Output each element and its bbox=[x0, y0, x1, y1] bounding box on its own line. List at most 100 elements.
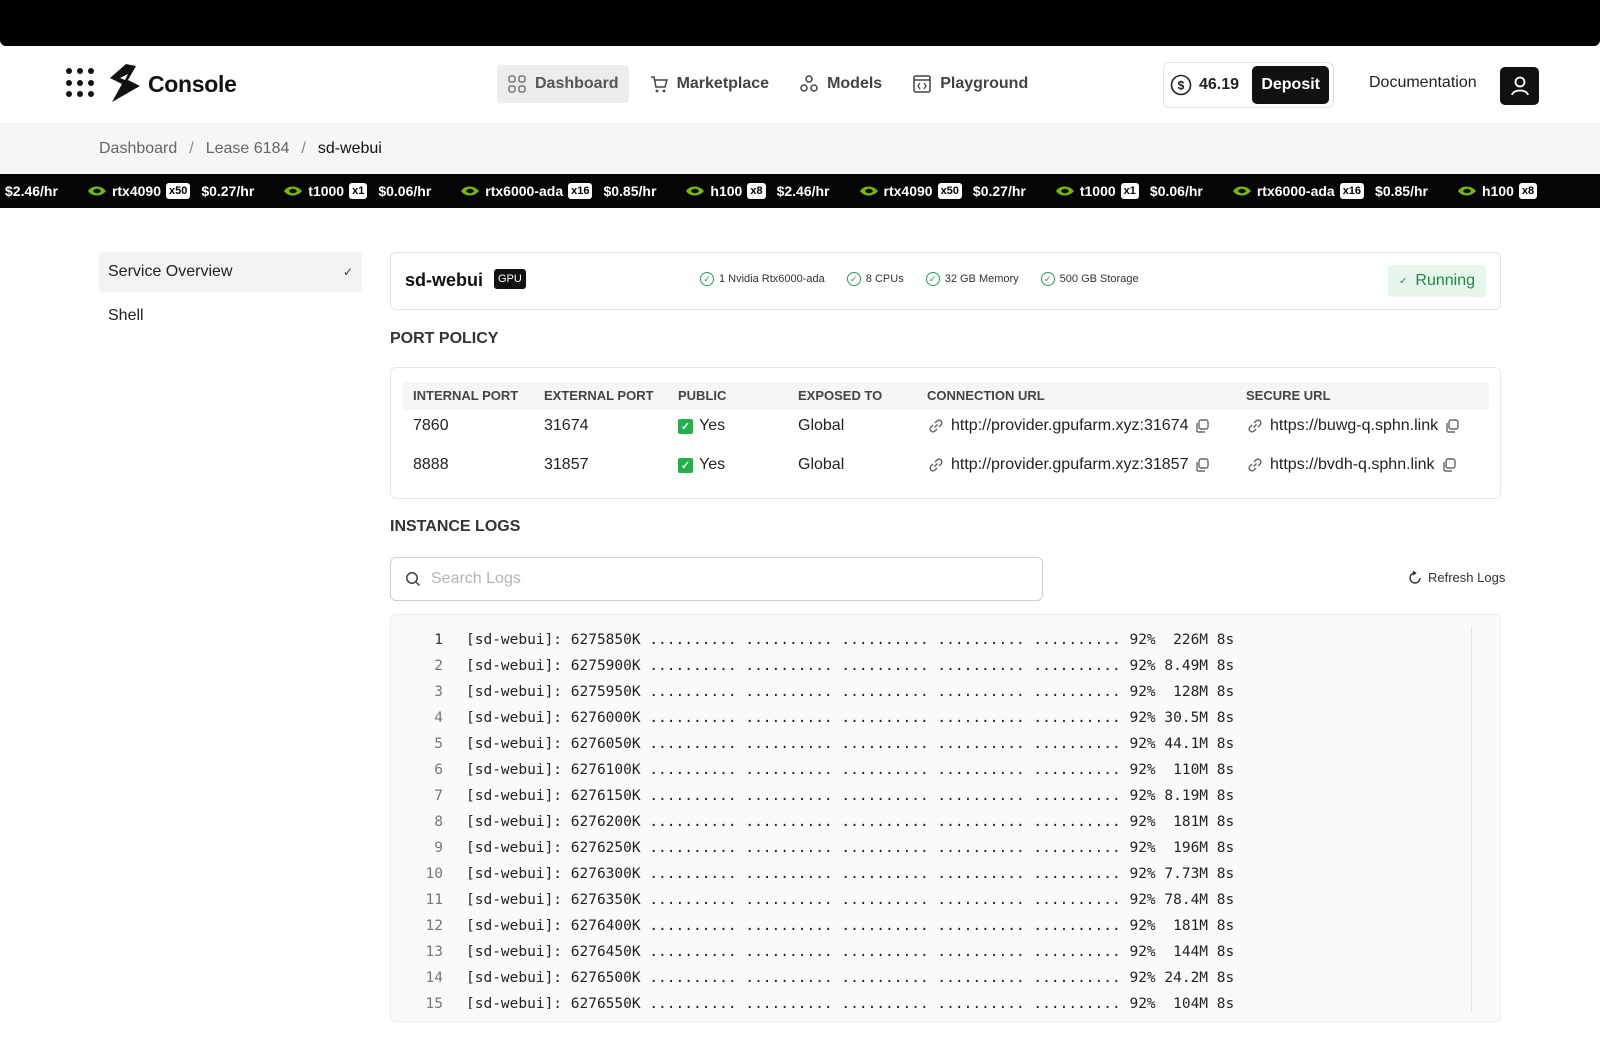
log-line-number: 6 bbox=[434, 762, 443, 778]
connection-url-cell: http://provider.gpufarm.xyz:31674 bbox=[927, 417, 1210, 435]
ticker-gpu-count: x8 bbox=[1518, 183, 1538, 199]
copy-icon[interactable] bbox=[1194, 457, 1210, 473]
ticker-item: rtx4090 x50 $0.27/hr bbox=[87, 183, 254, 199]
spec-label: 8 CPUs bbox=[865, 273, 904, 285]
ticker-price: $0.06/hr bbox=[1149, 183, 1203, 199]
user-menu-button[interactable] bbox=[1500, 67, 1539, 105]
logs-panel[interactable]: 1 [sd-webui]: 6275850K .......... .......… bbox=[390, 614, 1501, 1022]
breadcrumb: Dashboard / Lease 6184 / sd-webui bbox=[99, 140, 382, 158]
breadcrumb-separator: / bbox=[301, 140, 306, 157]
check-circle-icon: ✓ bbox=[1040, 272, 1055, 286]
log-line-number: 2 bbox=[434, 658, 443, 674]
code-window-icon bbox=[913, 75, 931, 93]
apps-grid-icon[interactable] bbox=[66, 68, 96, 98]
app-header: Console Dashboard Marketplace Models Pla… bbox=[0, 46, 1600, 124]
copy-icon[interactable] bbox=[1194, 418, 1210, 434]
search-logs-input[interactable] bbox=[431, 570, 1011, 588]
nav-dashboard[interactable]: Dashboard bbox=[497, 65, 629, 103]
sidebar-item-service-overview[interactable]: Service Overview ✓ bbox=[99, 252, 362, 292]
grid-icon bbox=[508, 75, 526, 93]
ticker-item: h100 x8 bbox=[1457, 183, 1548, 199]
ticker-item: rtx6000-ada x16 $0.85/hr bbox=[1232, 183, 1428, 199]
log-line: 5 [sd-webui]: 6276050K .......... .......… bbox=[391, 731, 1471, 757]
service-name: sd-webui bbox=[405, 270, 484, 290]
log-line-text: [sd-webui]: 6276400K .......... ........… bbox=[466, 918, 1235, 934]
nav-marketplace[interactable]: Marketplace bbox=[639, 65, 780, 103]
column-header: INTERNAL PORT bbox=[413, 388, 519, 403]
log-line: 9 [sd-webui]: 6276250K .......... .......… bbox=[391, 835, 1471, 861]
secure-url-cell: https://buwg-q.sphn.link bbox=[1246, 417, 1460, 435]
logo[interactable]: Console bbox=[106, 62, 237, 106]
logs-scrollbar[interactable] bbox=[1471, 627, 1472, 1011]
deposit-button[interactable]: Deposit bbox=[1252, 66, 1329, 104]
log-line: 12 [sd-webui]: 6276400K .......... ......… bbox=[391, 913, 1471, 939]
ticker-gpu-name: rtx4090 bbox=[883, 183, 933, 199]
column-header: PUBLIC bbox=[678, 388, 727, 403]
log-line-number: 8 bbox=[434, 814, 443, 830]
log-line: 14 [sd-webui]: 6276500K .......... ......… bbox=[391, 965, 1471, 991]
check-icon: ✓ bbox=[342, 265, 353, 279]
ticker-leading: $2.46/hr bbox=[5, 183, 58, 199]
public-value: Yes bbox=[699, 417, 726, 434]
documentation-link[interactable]: Documentation bbox=[1369, 74, 1477, 92]
log-line-text: [sd-webui]: 6276150K .......... ........… bbox=[466, 788, 1235, 804]
ticker-price: $2.46/hr bbox=[5, 183, 58, 199]
nav-models-label: Models bbox=[827, 75, 883, 92]
refresh-logs-label: Refresh Logs bbox=[1428, 570, 1506, 585]
ticker-gpu-name: rtx6000-ada bbox=[485, 183, 564, 199]
internal-port: 7860 bbox=[413, 417, 449, 434]
log-line-text: [sd-webui]: 6276200K .......... ........… bbox=[466, 814, 1235, 830]
breadcrumb-lease[interactable]: Lease 6184 bbox=[206, 140, 290, 158]
link-icon bbox=[929, 458, 943, 472]
log-line: 3 [sd-webui]: 6275950K .......... .......… bbox=[391, 679, 1471, 705]
link-icon bbox=[929, 419, 943, 433]
ticker-price: $0.27/hr bbox=[201, 183, 255, 199]
dollar-icon: $ bbox=[1170, 74, 1192, 96]
ticker-gpu-count: x1 bbox=[1120, 183, 1139, 199]
copy-icon[interactable] bbox=[1441, 457, 1457, 473]
log-line-text: [sd-webui]: 6276250K .......... ........… bbox=[466, 840, 1235, 856]
log-line: 15 [sd-webui]: 6276550K .......... ......… bbox=[391, 991, 1471, 1009]
log-line-text: [sd-webui]: 6276350K .......... ........… bbox=[466, 892, 1235, 908]
log-line-text: [sd-webui]: 6276100K .......... ........… bbox=[466, 762, 1235, 778]
external-port: 31857 bbox=[544, 456, 589, 473]
secure-url-link[interactable]: https://buwg-q.sphn.link bbox=[1270, 417, 1438, 435]
gpu-badge: GPU bbox=[494, 269, 526, 289]
nav-playground[interactable]: Playground bbox=[902, 65, 1038, 103]
main-nav: Dashboard Marketplace Models Playground bbox=[497, 65, 1038, 103]
ticker-gpu-name: h100 bbox=[1481, 183, 1514, 199]
search-logs-field[interactable] bbox=[390, 557, 1043, 601]
sidebar-item-label: Shell bbox=[108, 307, 144, 324]
log-line-text: [sd-webui]: 6276300K .......... ........… bbox=[466, 866, 1235, 882]
breadcrumb-separator: / bbox=[189, 140, 194, 157]
spec-storage: ✓ 500 GB Storage bbox=[1040, 272, 1139, 286]
spec-gpu: ✓ 1 Nvidia Rtx6000-ada bbox=[700, 272, 825, 286]
public-value: Yes bbox=[699, 456, 726, 473]
log-line-number: 12 bbox=[425, 918, 443, 934]
log-line-text: [sd-webui]: 6275850K .......... ........… bbox=[466, 632, 1235, 648]
breadcrumb-current: sd-webui bbox=[317, 140, 382, 157]
checkbox-checked-icon: ✓ bbox=[678, 457, 693, 473]
balance-box: $ 46.19 Deposit bbox=[1163, 62, 1334, 108]
log-line-text: [sd-webui]: 6275950K .......... ........… bbox=[466, 684, 1235, 700]
ticker-gpu-count: x1 bbox=[349, 183, 368, 199]
browser-top-bar bbox=[0, 0, 1600, 46]
connection-url-link[interactable]: http://provider.gpufarm.xyz:31674 bbox=[951, 417, 1188, 435]
secure-url-link[interactable]: https://bvdh-q.sphn.link bbox=[1270, 456, 1435, 474]
ticker-gpu-count: x50 bbox=[937, 183, 962, 199]
sidebar-item-shell[interactable]: Shell bbox=[99, 296, 362, 336]
ticker-price: $0.85/hr bbox=[1375, 183, 1428, 199]
refresh-logs-button[interactable]: Refresh Logs bbox=[1408, 570, 1505, 585]
ticker-gpu-name: rtx4090 bbox=[111, 183, 161, 199]
log-line-number: 7 bbox=[434, 788, 443, 804]
copy-icon[interactable] bbox=[1444, 418, 1460, 434]
log-line-text: [sd-webui]: 6275900K .......... ........… bbox=[466, 658, 1235, 674]
log-line: 2 [sd-webui]: 6275900K .......... .......… bbox=[391, 653, 1471, 679]
nvidia-icon bbox=[461, 186, 480, 196]
connection-url-link[interactable]: http://provider.gpufarm.xyz:31857 bbox=[951, 456, 1188, 474]
breadcrumb-dashboard[interactable]: Dashboard bbox=[99, 140, 177, 158]
connection-url-cell: http://provider.gpufarm.xyz:31857 bbox=[927, 456, 1210, 474]
log-line-number: 5 bbox=[434, 736, 443, 752]
logs-scroll-area[interactable]: 1 [sd-webui]: 6275850K .......... .......… bbox=[391, 627, 1471, 1009]
nav-models[interactable]: Models bbox=[789, 65, 892, 103]
